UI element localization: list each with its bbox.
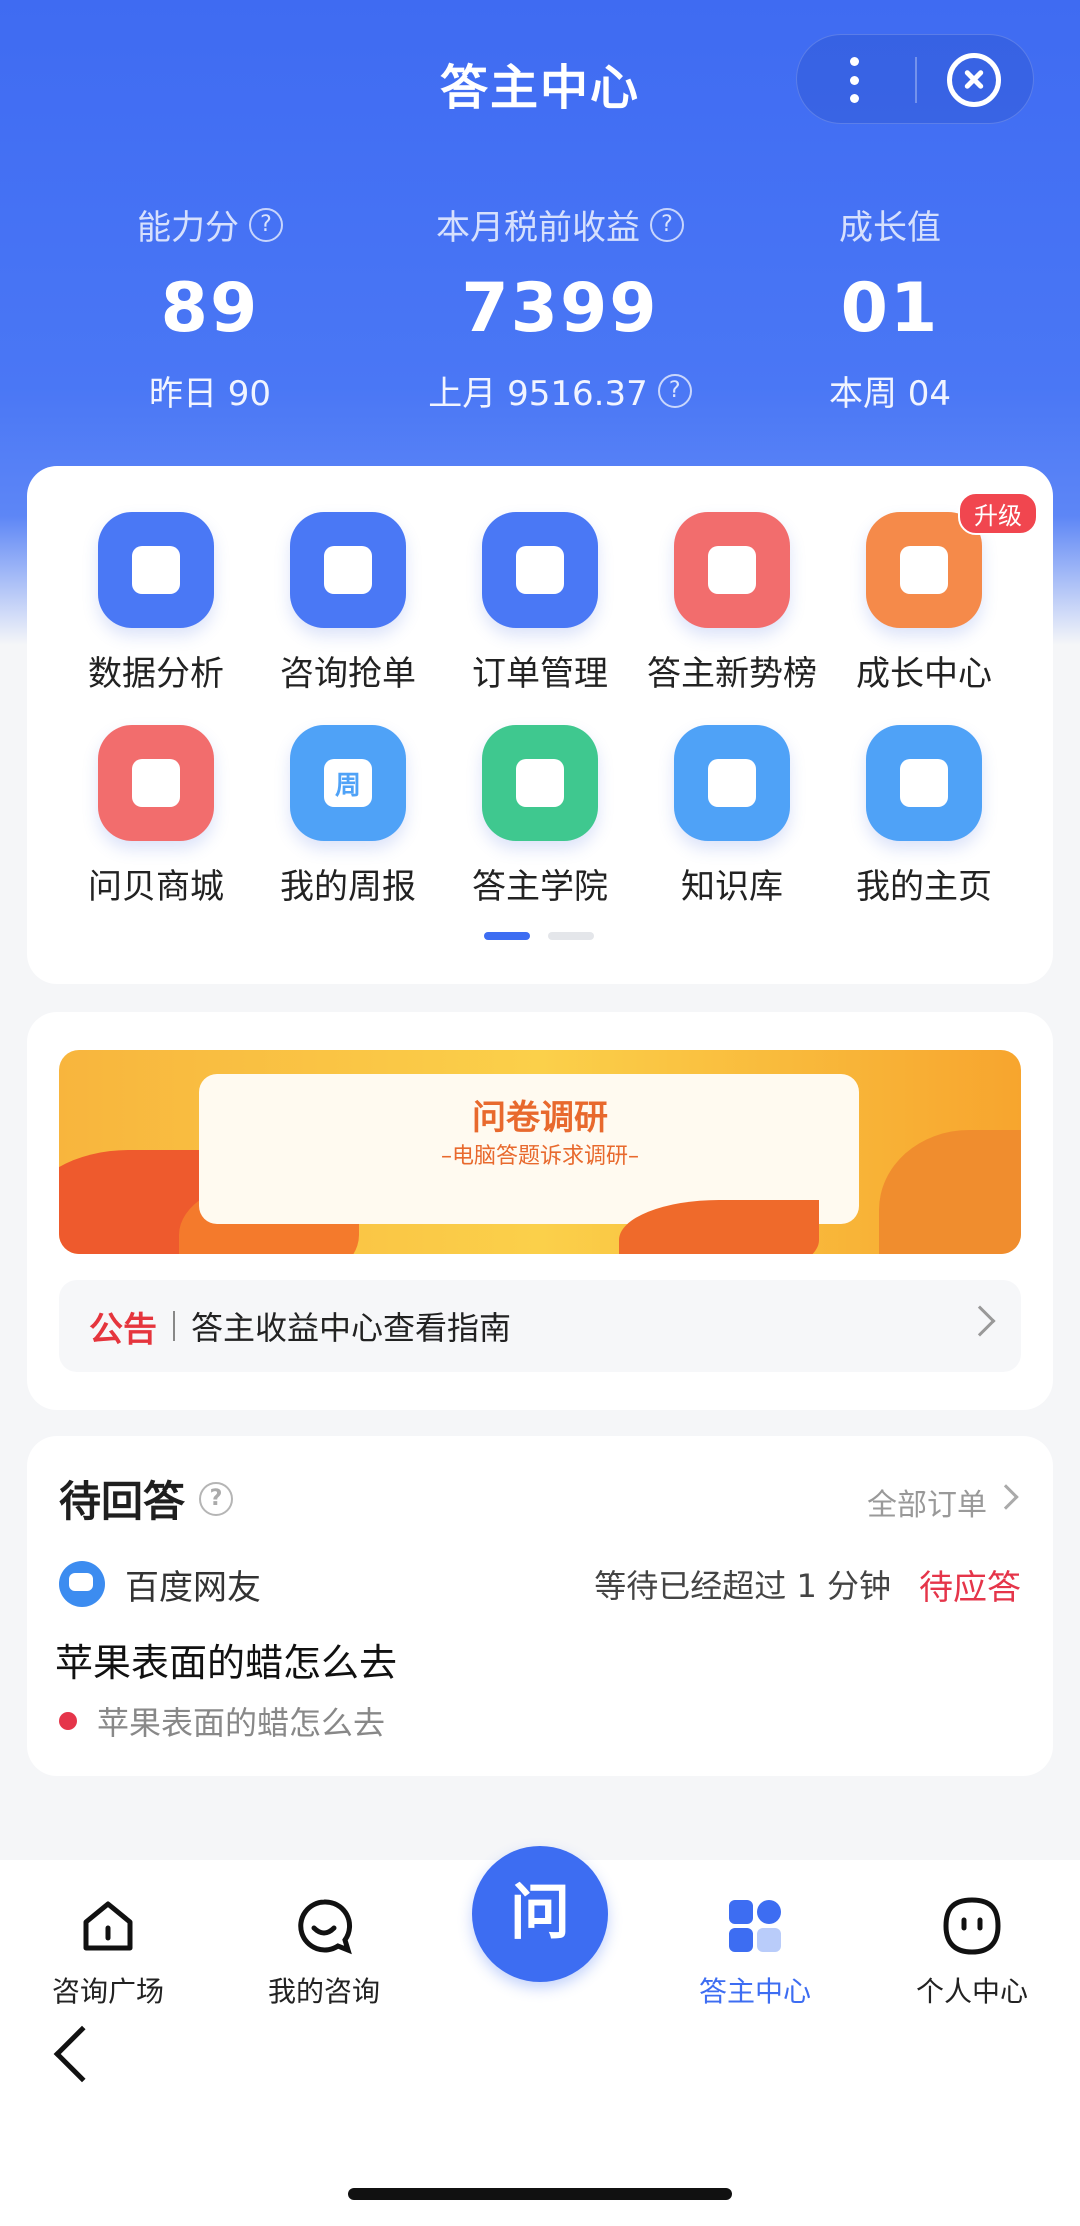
grid-item-label: 我的周报 <box>280 867 416 907</box>
grid-item[interactable]: 数据分析 <box>60 512 252 695</box>
chevron-right-icon <box>964 1305 996 1337</box>
wait-time: 等待已经超过 1 分钟 <box>594 1567 891 1605</box>
chat-icon <box>298 1899 353 1955</box>
stat-label: 本月税前收益 <box>436 208 640 248</box>
lightning-icon <box>290 512 406 628</box>
grid-item[interactable]: 订单管理 <box>444 512 636 695</box>
banner-card: 问卷调研 –电脑答题诉求调研– 公告 答主收益中心查看指南 <box>27 1012 1053 1410</box>
survey-banner[interactable]: 问卷调研 –电脑答题诉求调研– <box>59 1050 1021 1254</box>
grid-item-label: 我的主页 <box>856 867 992 907</box>
stat-label: 成长值 <box>839 208 941 248</box>
page-dot-active <box>484 932 530 940</box>
question-detail-row: 苹果表面的蜡怎么去 <box>59 1698 385 1744</box>
all-orders-link[interactable]: 全部订单 <box>867 1480 987 1524</box>
stat-sub: 上月 9516.37 <box>428 374 648 414</box>
tab-consult-square[interactable]: 咨询广场 <box>8 1878 208 2010</box>
grid-item[interactable]: 知识库 <box>636 725 828 908</box>
tab-answerer-center[interactable]: 答主中心 <box>655 1878 855 2010</box>
status-badge[interactable]: 待应答 <box>919 1560 1021 1609</box>
play-icon <box>482 725 598 841</box>
help-icon[interactable]: ? <box>657 373 692 408</box>
grid-item-label: 订单管理 <box>472 654 608 694</box>
question-meta: 百度网友 等待已经超过 1 分钟 待应答 <box>59 1554 1021 1614</box>
tab-label: 咨询广场 <box>51 1975 164 2008</box>
grid-item[interactable]: 答主学院 <box>444 725 636 908</box>
tab-label: 个人中心 <box>915 1975 1028 2008</box>
asker-name: 百度网友 <box>125 1567 261 1608</box>
grid-item-label: 知识库 <box>681 867 783 907</box>
stat-sub: 昨日 90 <box>148 374 272 414</box>
stat-value: 01 <box>840 269 940 348</box>
more-icon[interactable] <box>847 57 861 103</box>
icon-glyph <box>516 759 564 807</box>
stat-value: 7399 <box>461 269 659 348</box>
banner-title: 问卷调研 <box>472 1098 608 1138</box>
grid-item[interactable]: 咨询抢单 <box>252 512 444 695</box>
capsule-divider <box>915 57 917 103</box>
grid-item-label: 答主学院 <box>472 867 608 907</box>
profile-icon <box>943 1897 1001 1955</box>
mini-program-capsule <box>796 34 1034 124</box>
page-dot <box>548 932 594 940</box>
announcement-tag: 公告 <box>89 1309 157 1350</box>
icon-glyph <box>132 546 180 594</box>
trophy-icon <box>674 512 790 628</box>
star-icon <box>866 725 982 841</box>
section-title: 待回答 <box>59 1477 186 1526</box>
book-icon <box>674 725 790 841</box>
chevron-right-icon <box>993 1484 1019 1510</box>
tab-label: 答主中心 <box>698 1975 811 2008</box>
grid-item-label: 答主新势榜 <box>647 654 817 694</box>
announcement-text: 答主收益中心查看指南 <box>191 1309 512 1347</box>
icon-glyph <box>900 759 948 807</box>
help-icon[interactable]: ? <box>249 207 283 242</box>
tab-personal-center[interactable]: 个人中心 <box>872 1878 1072 2010</box>
stat-monthly-income[interactable]: 本月税前收益? 7399 上月 9516.37? <box>390 200 730 415</box>
home-indicator[interactable] <box>348 2188 732 2200</box>
calendar-icon: 周 <box>290 725 406 841</box>
announcement-bar[interactable]: 公告 答主收益中心查看指南 <box>59 1280 1021 1372</box>
grid-item[interactable]: 我的主页 <box>828 725 1020 908</box>
icon-glyph <box>516 546 564 594</box>
stat-ability-score[interactable]: 能力分? 89 昨日 90 <box>60 200 360 415</box>
tab-my-consult[interactable]: 我的咨询 <box>224 1878 424 2010</box>
grid-item-label: 数据分析 <box>88 654 224 694</box>
close-icon[interactable] <box>947 53 1001 107</box>
announcement-divider <box>173 1311 175 1341</box>
ask-center-button[interactable]: 问 <box>472 1846 608 1982</box>
pending-card: 待回答? 全部订单 百度网友 等待已经超过 1 分钟 待应答 苹果表面的蜡怎么去… <box>27 1436 1053 1776</box>
grid-item[interactable]: 周我的周报 <box>252 725 444 908</box>
banner-subtitle: –电脑答题诉求调研– <box>440 1144 639 1169</box>
stat-sub: 本周 04 <box>828 374 952 414</box>
grid-icon <box>729 1900 781 1952</box>
stat-growth-value[interactable]: 成长值 01 本周 04 <box>760 200 1020 415</box>
tab-label: 我的咨询 <box>267 1975 380 2008</box>
help-icon[interactable]: ? <box>199 1481 234 1516</box>
grid-item[interactable]: 答主新势榜 <box>636 512 828 695</box>
stat-label: 能力分 <box>137 208 239 248</box>
grid-item-label: 咨询抢单 <box>280 654 416 694</box>
icon-glyph <box>708 546 756 594</box>
stat-value: 89 <box>160 269 260 348</box>
help-icon[interactable]: ? <box>650 207 684 242</box>
icon-glyph <box>132 759 180 807</box>
question-detail: 苹果表面的蜡怎么去 <box>97 1704 386 1742</box>
chart-icon <box>98 512 214 628</box>
icon-glyph <box>708 759 756 807</box>
grid-item[interactable]: 成长中心 <box>828 512 1020 695</box>
avatar <box>59 1561 105 1607</box>
shop-icon <box>98 725 214 841</box>
document-icon <box>482 512 598 628</box>
unread-dot-icon <box>59 1712 77 1730</box>
home-icon <box>83 1901 133 1951</box>
question-title[interactable]: 苹果表面的蜡怎么去 <box>55 1632 397 1687</box>
icon-glyph: 周 <box>324 759 372 807</box>
grid-item-label: 问贝商城 <box>88 867 224 907</box>
grid-item[interactable]: 问贝商城 <box>60 725 252 908</box>
upgrade-badge: 升级 <box>958 492 1038 535</box>
grid-item-label: 成长中心 <box>856 654 992 694</box>
icon-glyph <box>324 546 372 594</box>
icon-glyph <box>900 546 948 594</box>
